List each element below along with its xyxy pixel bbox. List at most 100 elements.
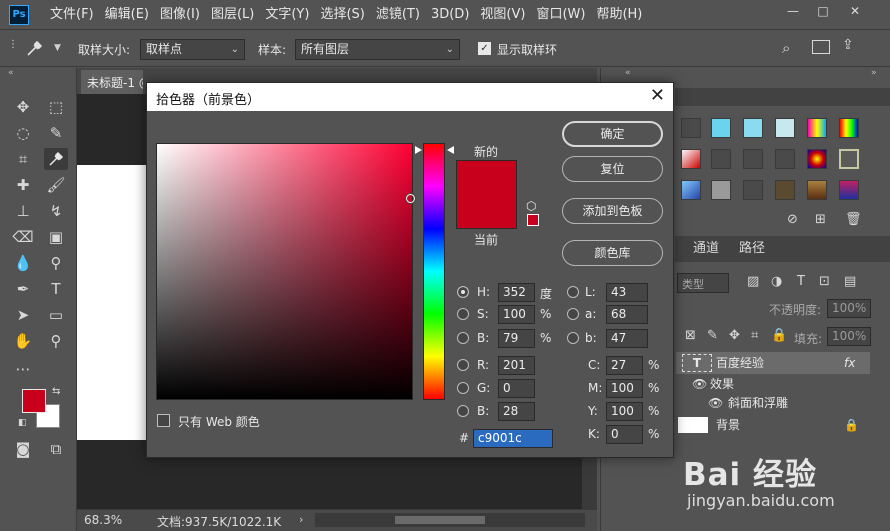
menu-select[interactable]: 选择(S) [320, 0, 370, 30]
chevron-down-icon[interactable]: ▼ [54, 43, 61, 53]
swatch[interactable] [775, 180, 795, 200]
hue-slider[interactable] [423, 143, 445, 400]
quick-mask-icon[interactable]: ◙ [11, 438, 35, 460]
saturation-brightness-field[interactable] [156, 143, 413, 400]
layer-row-text[interactable]: T 百度经验 fx [676, 352, 870, 374]
b-input[interactable]: 79 [498, 329, 535, 348]
rectangle-tool-icon[interactable]: ▭ [44, 304, 68, 326]
document-tab[interactable]: 未标题-1 @ 68.3% (百度经验, RGB/8) * [81, 70, 143, 94]
swatch[interactable] [839, 149, 859, 169]
menu-view[interactable]: 视图(V) [480, 0, 531, 30]
menu-image[interactable]: 图像(I) [160, 0, 206, 30]
no-icon[interactable]: ⊘ [787, 212, 798, 227]
lock-artboard-icon[interactable]: ⌗ [751, 328, 758, 343]
collapse-icon[interactable]: « [625, 68, 631, 78]
pen-tool-icon[interactable]: ✒ [11, 278, 35, 300]
zoom-level[interactable]: 68.3% [84, 513, 122, 527]
more-tools-icon[interactable]: ⋯ [11, 358, 35, 380]
radio-b[interactable] [457, 332, 469, 344]
swatch[interactable] [681, 118, 701, 138]
tab-paths[interactable]: 路径 [731, 239, 773, 259]
color-libraries-button[interactable]: 颜色库 [562, 240, 663, 266]
swap-colors-icon[interactable]: ⇆ [52, 386, 60, 397]
restore-button[interactable]: □ [808, 0, 838, 22]
layer-bevel-row[interactable]: 👁 斜面和浮雕 [676, 392, 870, 414]
radio-a[interactable] [567, 308, 579, 320]
k-input[interactable]: 0 [606, 425, 643, 444]
show-ring-checkbox[interactable]: ✓ [478, 42, 491, 55]
horizontal-scrollbar[interactable] [315, 513, 585, 527]
gradient-tool-icon[interactable]: ▣ [44, 226, 68, 248]
radio-blue[interactable] [457, 405, 469, 417]
add-to-swatches-button[interactable]: 添加到色板 [562, 198, 663, 224]
s-input[interactable]: 100 [498, 305, 535, 324]
fill-input[interactable]: 100% [827, 327, 871, 346]
menu-help[interactable]: 帮助(H) [596, 0, 648, 30]
web-safe-swatch[interactable] [527, 214, 539, 226]
swatch[interactable] [775, 149, 795, 169]
zoom-tool-icon[interactable]: ⚲ [44, 330, 68, 352]
menu-window[interactable]: 窗口(W) [536, 0, 591, 30]
chevron-right-icon[interactable]: › [299, 513, 303, 526]
eyedropper-tool-icon[interactable] [44, 148, 68, 170]
collapse-icon[interactable]: » [871, 68, 877, 78]
history-brush-tool-icon[interactable]: ↯ [44, 200, 68, 222]
foreground-color-swatch[interactable] [22, 389, 46, 413]
l-input[interactable]: 43 [606, 283, 648, 302]
document-canvas[interactable] [77, 165, 146, 440]
swatch[interactable] [807, 180, 827, 200]
opacity-input[interactable]: 100% [827, 299, 871, 318]
scroll-thumb[interactable] [395, 516, 485, 524]
lock-all-icon[interactable]: 🔒 [771, 328, 787, 343]
swatch[interactable] [807, 118, 827, 138]
eye-icon[interactable]: 👁 [708, 392, 723, 414]
path-select-tool-icon[interactable]: ➤ [11, 304, 35, 326]
menu-file[interactable]: 文件(F) [50, 0, 100, 30]
a-input[interactable]: 68 [606, 305, 648, 324]
hand-tool-icon[interactable]: ✋ [11, 330, 35, 352]
clone-stamp-tool-icon[interactable]: ⊥ [11, 200, 35, 222]
swatch[interactable] [681, 149, 701, 169]
quick-select-tool-icon[interactable]: ✎ [44, 122, 68, 144]
lasso-tool-icon[interactable]: ◌ [11, 122, 35, 144]
radio-g[interactable] [457, 382, 469, 394]
radio-h[interactable] [457, 286, 469, 298]
swatch[interactable] [711, 118, 731, 138]
blur-tool-icon[interactable]: 💧 [11, 252, 35, 274]
type-filter-icon[interactable]: T [797, 274, 805, 289]
menu-filter[interactable]: 滤镜(T) [376, 0, 426, 30]
layer-row-background[interactable]: 背景 🔒 [676, 414, 870, 436]
workspace-icon[interactable] [812, 40, 830, 54]
radio-l[interactable] [567, 286, 579, 298]
swatch[interactable] [681, 180, 701, 200]
swatch[interactable] [839, 118, 859, 138]
move-tool-icon[interactable]: ✥ [11, 96, 35, 118]
fx-icon[interactable]: fx [844, 352, 855, 374]
close-window-button[interactable]: ✕ [840, 0, 870, 22]
radio-lab-b[interactable] [567, 332, 579, 344]
swatch[interactable] [743, 118, 763, 138]
r-input[interactable]: 201 [498, 356, 535, 375]
minimize-button[interactable]: — [778, 0, 808, 22]
menu-edit[interactable]: 编辑(E) [105, 0, 155, 30]
lock-position-icon[interactable]: ✥ [729, 328, 740, 343]
swatch[interactable] [743, 149, 763, 169]
c-input[interactable]: 27 [606, 356, 643, 375]
image-filter-icon[interactable]: ▨ [747, 274, 759, 289]
swatch[interactable] [743, 180, 763, 200]
lab-b-input[interactable]: 47 [606, 329, 648, 348]
reset-button[interactable]: 复位 [562, 156, 663, 182]
share-icon[interactable]: ⇪ [842, 37, 854, 53]
web-colors-checkbox[interactable] [157, 414, 170, 427]
trash-icon[interactable]: 🗑 [845, 212, 862, 227]
ok-button[interactable]: 确定 [562, 121, 663, 147]
swatch[interactable] [839, 180, 859, 200]
color-field-marker[interactable] [406, 194, 415, 203]
sample-size-select[interactable]: 取样点 ⌄ [140, 39, 245, 60]
screen-mode-icon[interactable]: ⧉ [44, 438, 68, 460]
search-icon[interactable]: ⌕ [782, 39, 790, 57]
g-input[interactable]: 0 [498, 379, 535, 398]
lock-image-icon[interactable]: ✎ [707, 328, 718, 343]
blue-input[interactable]: 28 [498, 402, 535, 421]
dodge-tool-icon[interactable]: ⚲ [44, 252, 68, 274]
